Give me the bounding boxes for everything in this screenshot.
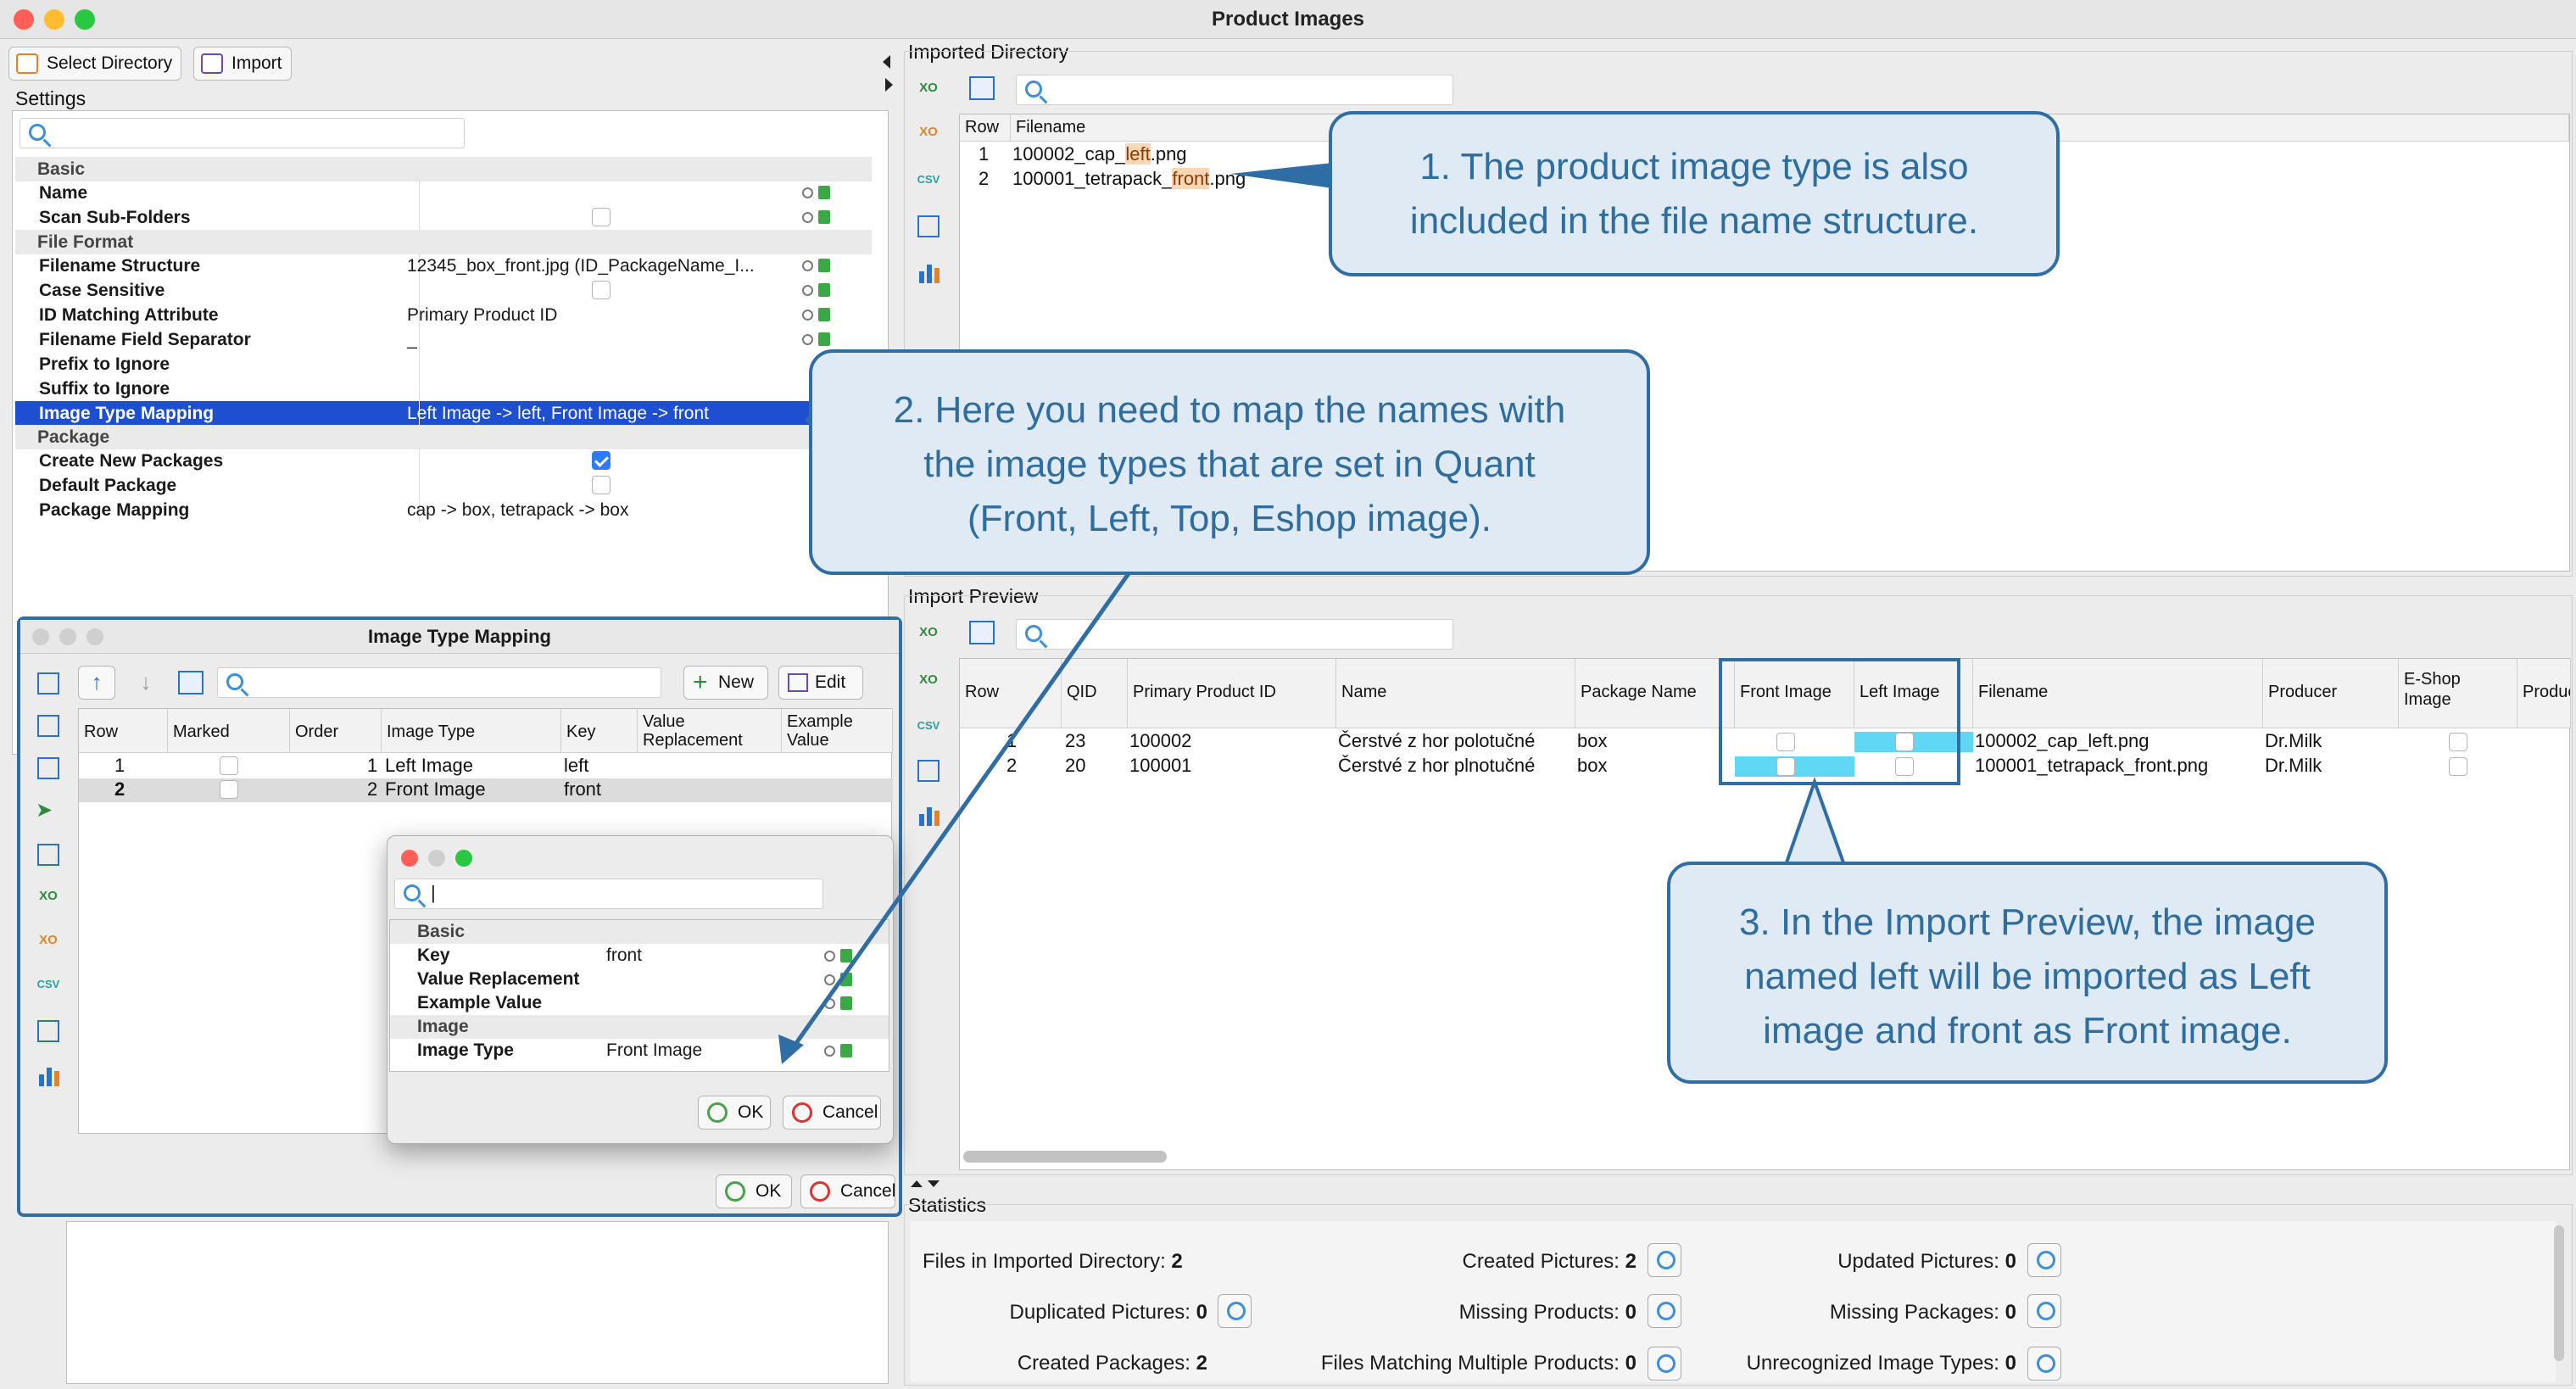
callout-3: 3. In the Import Preview, the image name… [1667, 862, 2388, 1084]
callout-3-pointer [1783, 776, 1847, 867]
callout-1-pointer [1230, 163, 1333, 188]
arrow-to-editor [788, 571, 1132, 1053]
callout-2-line-2: the image types that are set in Quant [923, 443, 1536, 485]
callout-3-line-3: image and front as Front image. [1763, 1010, 2292, 1052]
callout-1: 1. The product image type is also includ… [1329, 111, 2060, 276]
callout-2: 2. Here you need to map the names with t… [809, 349, 1650, 575]
callout-3-line-2: named left will be imported as Left [1744, 956, 2311, 997]
app-window: Product Images Select Directory Import S… [0, 0, 2576, 1389]
callout-1-line-1: 1. The product image type is also [1419, 146, 1969, 187]
callout-1-line-2: included in the file name structure. [1409, 200, 1979, 242]
callout-3-line-1: 3. In the Import Preview, the image [1739, 901, 2316, 943]
callout-2-line-3: (Front, Left, Top, Eshop image). [967, 498, 1492, 539]
annotation-arrows [778, 163, 1847, 1064]
callout-2-line-1: 2. Here you need to map the names with [893, 389, 1566, 431]
